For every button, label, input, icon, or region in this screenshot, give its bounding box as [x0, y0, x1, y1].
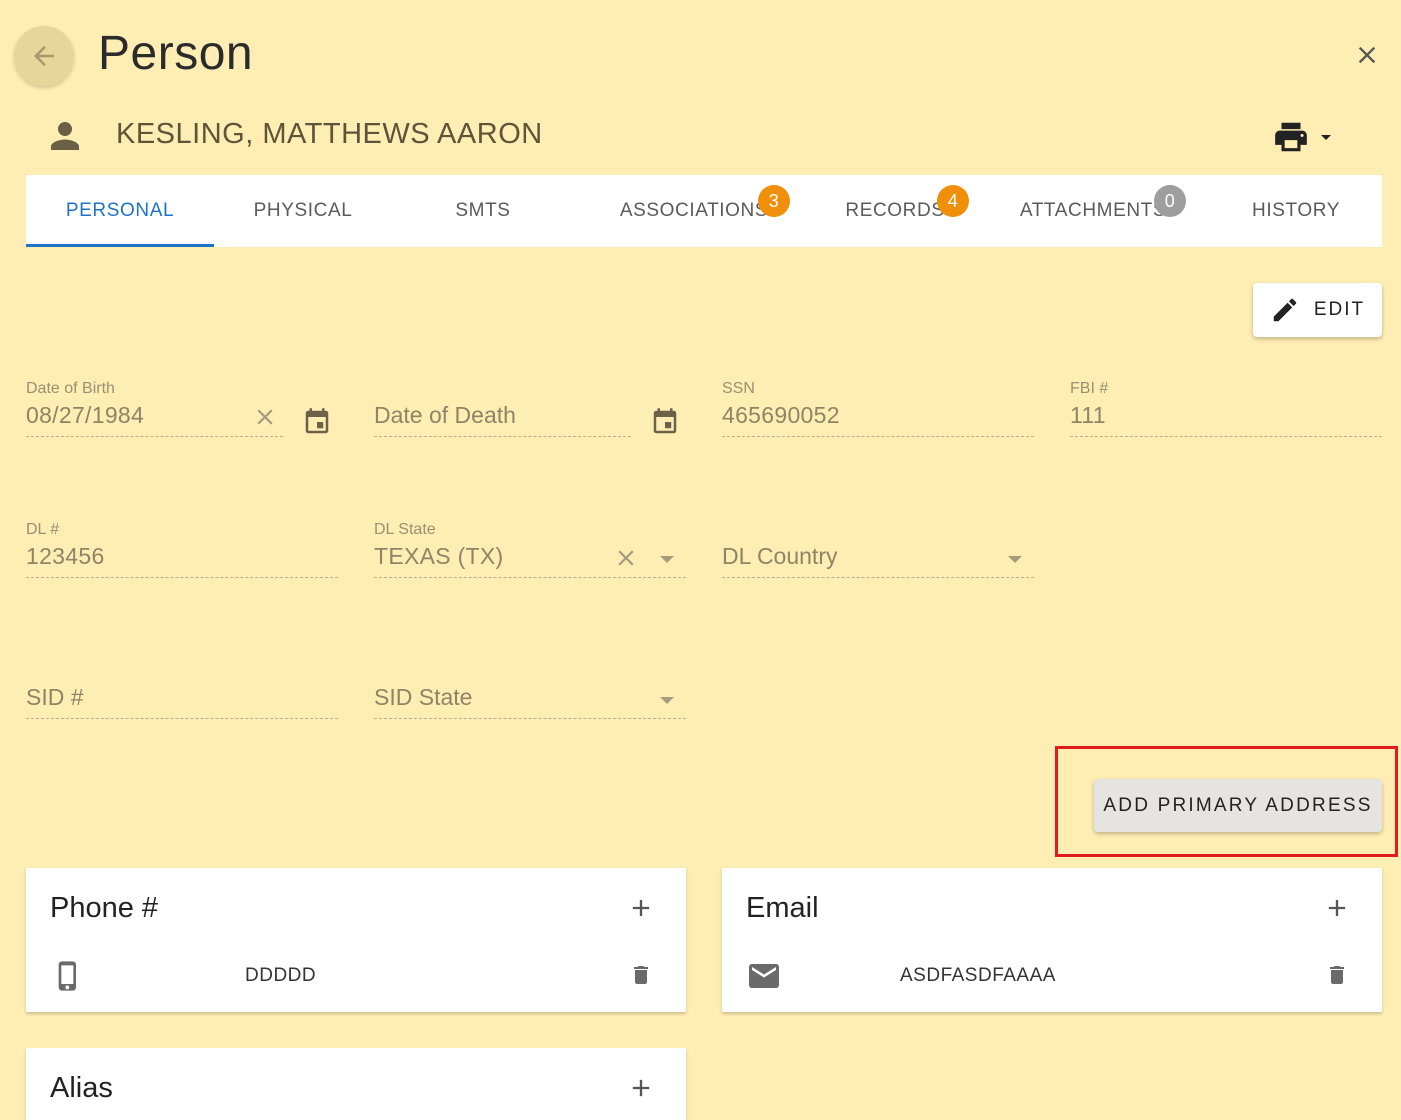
close-icon [1358, 46, 1376, 64]
sid-number-placeholder: SID # [26, 684, 84, 710]
person-icon [44, 114, 86, 158]
tab-bar: PERSONAL PHYSICAL SMTS ASSOCIATIONS 3 RE… [26, 175, 1382, 247]
arrow-left-icon [34, 46, 54, 66]
calendar-icon[interactable] [650, 406, 680, 438]
dl-state-label: DL State [374, 521, 436, 538]
sid-state-select[interactable]: SID State [374, 662, 686, 722]
person-name: KESLING, MATTHEWS AARON [116, 118, 543, 150]
phone-card-title: Phone # [50, 892, 159, 924]
plus-icon[interactable] [627, 894, 655, 922]
plus-icon[interactable] [1323, 894, 1351, 922]
page-title: Person [98, 27, 254, 80]
ssn-value: 465690052 [722, 402, 840, 428]
fbi-number-field[interactable]: FBI # 111 [1070, 380, 1382, 440]
fbi-number-label: FBI # [1070, 380, 1109, 397]
envelope-icon [749, 964, 779, 988]
dl-country-select[interactable]: DL Country [722, 521, 1034, 581]
tab-history[interactable]: HISTORY [1210, 175, 1382, 247]
tab-attachments[interactable]: ATTACHMENTS 0 [976, 175, 1210, 247]
pencil-icon [1273, 298, 1297, 322]
date-of-death-placeholder: Date of Death [374, 402, 516, 428]
tab-records[interactable]: RECORDS 4 [814, 175, 976, 247]
print-menu-button[interactable] [1272, 118, 1342, 156]
printer-icon [1275, 122, 1307, 152]
close-button[interactable] [1350, 38, 1384, 72]
email-address-value: ASDFASDFAAAA [900, 965, 1056, 986]
back-button[interactable] [14, 26, 74, 86]
dl-number-value: 123456 [26, 543, 105, 569]
mobile-phone-icon [58, 961, 76, 991]
alias-card: Alias [26, 1048, 686, 1120]
dl-number-label: DL # [26, 521, 60, 538]
edit-button[interactable]: EDIT [1253, 283, 1382, 337]
dl-country-placeholder: DL Country [722, 543, 838, 569]
attachments-count-badge: 0 [1154, 185, 1186, 217]
dl-state-value: TEXAS (TX) [374, 543, 504, 569]
email-card-title: Email [746, 892, 819, 924]
clear-icon[interactable] [613, 545, 639, 571]
dropdown-arrow-icon[interactable] [1008, 556, 1022, 563]
email-card: Email ASDFASDFAAAA [722, 868, 1382, 1012]
date-of-birth-label: Date of Birth [26, 380, 115, 397]
caret-down-icon [1321, 135, 1331, 140]
sid-number-field[interactable]: SID # [26, 662, 338, 722]
tab-smts[interactable]: SMTS [392, 175, 574, 247]
phone-number-value: DDDDD [245, 965, 317, 986]
dl-state-select[interactable]: DL State TEXAS (TX) [374, 521, 686, 581]
fbi-number-value: 111 [1070, 402, 1106, 428]
add-primary-address-button[interactable]: ADD PRIMARY ADDRESS [1094, 779, 1382, 832]
phone-card: Phone # DDDDD [26, 868, 686, 1012]
dropdown-arrow-icon[interactable] [660, 556, 674, 563]
alias-card-title: Alias [50, 1072, 113, 1104]
calendar-icon[interactable] [302, 406, 332, 438]
date-of-birth-value: 08/27/1984 [26, 402, 145, 428]
tab-associations[interactable]: ASSOCIATIONS 3 [574, 175, 814, 247]
associations-count-badge: 3 [758, 185, 790, 217]
dropdown-arrow-icon[interactable] [660, 697, 674, 704]
clear-icon[interactable] [252, 404, 278, 430]
records-count-badge: 4 [937, 185, 969, 217]
date-of-birth-field[interactable]: Date of Birth 08/27/1984 [26, 380, 283, 440]
date-of-death-field[interactable]: Date of Death [374, 380, 631, 440]
ssn-label: SSN [722, 380, 755, 397]
trash-icon[interactable] [1325, 961, 1349, 989]
dl-number-field[interactable]: DL # 123456 [26, 521, 338, 581]
ssn-field[interactable]: SSN 465690052 [722, 380, 1034, 440]
tab-physical[interactable]: PHYSICAL [214, 175, 392, 247]
trash-icon[interactable] [629, 961, 653, 989]
plus-icon[interactable] [627, 1074, 655, 1102]
sid-state-placeholder: SID State [374, 684, 473, 710]
tab-personal[interactable]: PERSONAL [26, 175, 214, 247]
